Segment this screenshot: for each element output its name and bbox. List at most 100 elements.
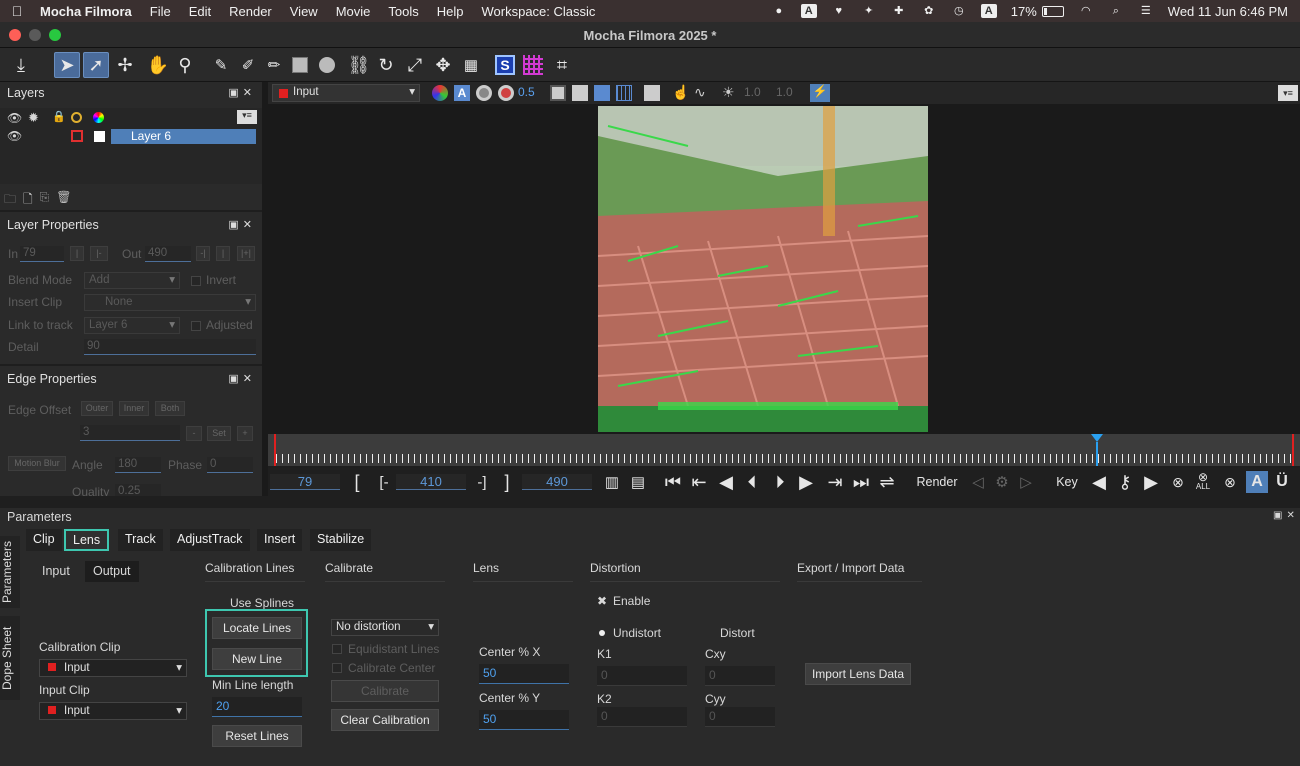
- in-set-button[interactable]: |: [70, 246, 84, 261]
- new-line-button[interactable]: New Line: [212, 648, 302, 670]
- out-set-button[interactable]: |: [216, 246, 230, 261]
- tools-icon[interactable]: ✚: [891, 4, 907, 18]
- lock-icon[interactable]: 🔒: [52, 110, 66, 123]
- calibrate-button[interactable]: Calibrate: [331, 680, 439, 702]
- link-to-track-select[interactable]: Layer 6: [84, 317, 180, 334]
- gain-value[interactable]: 1.0: [776, 85, 793, 99]
- center-x-field[interactable]: 50: [479, 664, 569, 684]
- out-marker[interactable]: [1292, 434, 1294, 466]
- adjusted-checkbox[interactable]: [191, 321, 201, 331]
- layer-color-swatch[interactable]: [71, 130, 83, 142]
- battery-status[interactable]: 17%: [1011, 4, 1064, 19]
- render-settings-icon[interactable]: ⚙: [992, 471, 1012, 493]
- history-icon[interactable]: ◷: [951, 4, 967, 18]
- lightning-icon[interactable]: ⚡: [810, 84, 830, 102]
- cyy-field[interactable]: 0: [705, 707, 775, 727]
- loop-mode-icon[interactable]: ⇌: [876, 471, 898, 493]
- trim-out-icon[interactable]: ▤: [628, 471, 648, 493]
- cxy-field[interactable]: 0: [705, 666, 775, 686]
- distortion-model-select[interactable]: No distortion: [331, 619, 439, 636]
- text-input-icon[interactable]: A: [800, 4, 817, 18]
- menu-edit[interactable]: Edit: [180, 4, 220, 19]
- viewer-clip-select[interactable]: Input: [272, 84, 420, 102]
- ellipse-xspline-icon[interactable]: [314, 52, 340, 78]
- tab-clip[interactable]: Clip: [26, 529, 62, 551]
- set-in-bracket-icon[interactable]: [: [350, 471, 364, 493]
- link-tool-icon[interactable]: ⛓: [346, 52, 372, 78]
- add-key-icon[interactable]: ⚷: [1114, 471, 1136, 493]
- subtab-output[interactable]: Output: [85, 561, 139, 582]
- menu-workspace[interactable]: Workspace: Classic: [473, 4, 605, 19]
- cog-icon[interactable]: ✹: [28, 110, 39, 126]
- go-to-out-icon[interactable]: -]: [472, 471, 492, 493]
- step-forward-icon[interactable]: ⏵: [770, 471, 790, 493]
- step-back-icon[interactable]: ⏴: [742, 471, 762, 493]
- out-range-button[interactable]: |+|: [237, 246, 255, 261]
- splitter-bar[interactable]: [0, 496, 1300, 508]
- delete-layer-icon[interactable]: 🗑: [56, 190, 71, 211]
- menu-movie[interactable]: Movie: [327, 4, 380, 19]
- in-point-field[interactable]: 79: [20, 246, 64, 262]
- timeline-ruler[interactable]: [268, 434, 1300, 466]
- use-splines-checkbox[interactable]: [214, 598, 224, 608]
- go-to-in-icon[interactable]: [-: [374, 471, 394, 493]
- in-frame-field[interactable]: 410: [396, 474, 466, 490]
- search-icon[interactable]: ⌕: [1108, 4, 1124, 18]
- add-point-tool-icon[interactable]: ✢: [112, 52, 138, 78]
- xspline-tool-icon[interactable]: ✎: [208, 52, 234, 78]
- corner-pin-icon[interactable]: ⌗: [549, 52, 575, 78]
- visibility-icon[interactable]: 👁: [7, 111, 22, 125]
- viewer-menu-icon[interactable]: ▾≡: [1278, 85, 1298, 101]
- menu-help[interactable]: Help: [428, 4, 473, 19]
- brush-tool-icon[interactable]: ✏: [261, 52, 287, 78]
- layer-matte-swatch[interactable]: [94, 131, 105, 142]
- calibration-clip-select[interactable]: Input: [39, 659, 187, 677]
- render-back-icon[interactable]: ◁: [968, 471, 988, 493]
- delete-key-icon[interactable]: ⊗: [1168, 471, 1188, 493]
- delete-all-keys-icon[interactable]: ⊗ ALL: [1192, 471, 1214, 493]
- next-keyframe-icon[interactable]: ⇥: [824, 471, 846, 493]
- delete-forward-keys-icon[interactable]: ⊗: [1220, 471, 1240, 493]
- edge-offset-plus[interactable]: +: [237, 426, 253, 441]
- color-wheel-icon[interactable]: [93, 112, 104, 123]
- panel-float-close-icon[interactable]: ▣✕: [228, 218, 256, 231]
- brightness-icon[interactable]: ☀: [722, 84, 735, 101]
- grid-tool-icon[interactable]: ▦: [458, 52, 484, 78]
- play-backwards-icon[interactable]: ◀: [716, 471, 736, 493]
- calibrate-center-checkbox[interactable]: [332, 663, 342, 673]
- curve-view-icon[interactable]: ∿: [694, 84, 706, 101]
- k2-field[interactable]: 0: [597, 707, 687, 727]
- input-source-indicator[interactable]: A: [980, 4, 997, 18]
- side-tab-parameters[interactable]: Parameters: [0, 536, 20, 608]
- status-app-icon[interactable]: ●: [771, 4, 787, 18]
- matte-icon[interactable]: [498, 85, 514, 101]
- tab-lens[interactable]: Lens: [64, 529, 110, 551]
- set-out-bracket-icon[interactable]: ]: [500, 471, 514, 493]
- menu-view[interactable]: View: [281, 4, 327, 19]
- hand-view-icon[interactable]: ☝: [672, 84, 689, 101]
- tab-adjusttrack[interactable]: AdjustTrack: [170, 529, 250, 551]
- opacity-value[interactable]: 0.5: [518, 85, 535, 99]
- view-mode-icon[interactable]: [550, 85, 566, 101]
- pick-bezier-tool-icon[interactable]: ➚: [83, 52, 109, 78]
- side-tab-dope-sheet[interactable]: Dope Sheet: [0, 616, 20, 700]
- heart-icon[interactable]: ♥: [831, 4, 847, 18]
- reset-lines-button[interactable]: Reset Lines: [212, 725, 302, 747]
- out-point-field[interactable]: 490: [145, 246, 191, 262]
- paw-icon[interactable]: ✿: [921, 4, 937, 18]
- add-folder-icon[interactable]: 🗀: [4, 190, 16, 211]
- panel-float-close-icon[interactable]: ▣✕: [1273, 510, 1299, 521]
- layer-name[interactable]: Layer 6: [111, 129, 256, 144]
- edge-offset-minus[interactable]: -: [186, 426, 202, 441]
- track-view-icon[interactable]: [594, 85, 610, 101]
- apple-menu-icon[interactable]: : [0, 3, 34, 19]
- bezier-tool-icon[interactable]: ✐: [235, 52, 261, 78]
- tab-insert[interactable]: Insert: [257, 529, 303, 551]
- save-download-icon[interactable]: ⤓: [8, 52, 34, 78]
- move-tool-icon[interactable]: ✥: [430, 52, 456, 78]
- subtab-input[interactable]: Input: [34, 561, 78, 582]
- tab-stabilize[interactable]: Stabilize: [310, 529, 372, 551]
- detail-field[interactable]: 90: [84, 339, 256, 355]
- equidistant-lines-checkbox[interactable]: [332, 644, 342, 654]
- current-frame-field[interactable]: 79: [270, 474, 340, 490]
